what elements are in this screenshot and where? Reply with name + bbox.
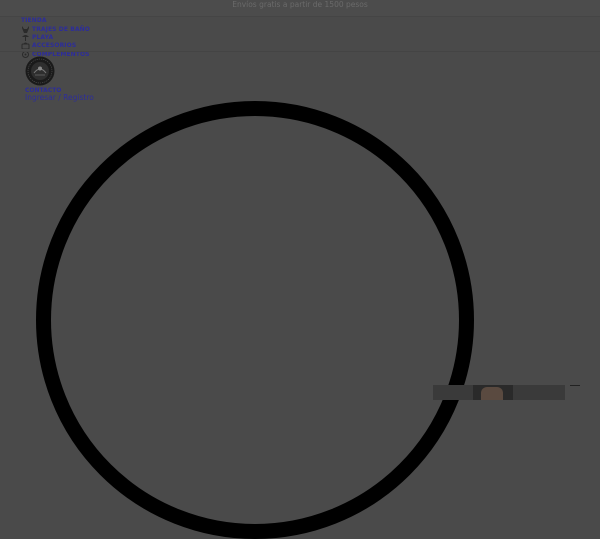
accessories-icon [21, 42, 30, 50]
register-link[interactable]: Registro [63, 93, 94, 102]
nav-item-label: ACCESORIOS [32, 42, 77, 50]
account-links: Ingresar / Registro [25, 93, 94, 102]
nav-item-label: PLAYA [32, 34, 54, 42]
nav-item-trajes-de-bano[interactable]: TRAJES DE BAÑO [21, 25, 90, 33]
nav-item-accesorios[interactable]: ACCESORIOS [21, 42, 90, 50]
product-thumbnail[interactable] [433, 385, 565, 400]
nav-item-label: TRAJES DE BAÑO [32, 25, 91, 33]
main-nav: TIENDA TRAJES DE BAÑO PLAYA ACCESORIOS C… [21, 17, 90, 59]
nav-item-playa[interactable]: PLAYA [21, 33, 90, 42]
swimsuit-icon [21, 25, 30, 33]
promo-banner-text: Envíos gratis a partir de 1500 pesos [232, 0, 368, 9]
promo-banner: Envíos gratis a partir de 1500 pesos [0, 0, 600, 17]
nav-tienda[interactable]: TIENDA [21, 17, 90, 24]
beach-icon [21, 34, 30, 42]
side-divider [570, 385, 580, 386]
brand-logo[interactable] [25, 56, 55, 86]
thumbnail-figure [481, 387, 503, 400]
login-link[interactable]: Ingresar [25, 93, 56, 102]
header-divider [0, 51, 600, 52]
loading-spinner [36, 101, 474, 539]
